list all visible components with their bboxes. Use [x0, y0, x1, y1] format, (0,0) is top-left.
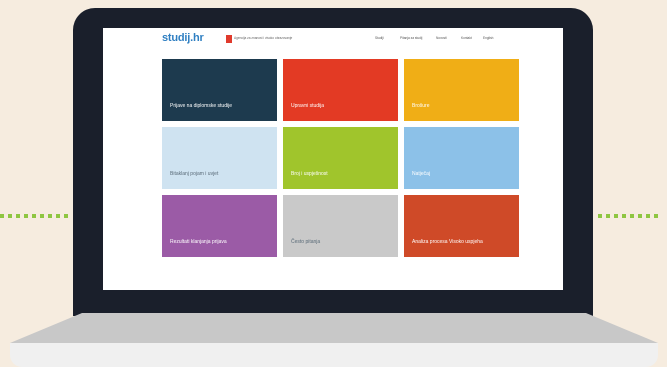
tile-pojam[interactable]: Bitaklanj pojam i uvjet [162, 127, 277, 189]
tile-natjecaj[interactable]: Natječaj [404, 127, 519, 189]
nav-link-pitanja[interactable]: Pitanja za studij [400, 36, 422, 40]
agency-name: Agencija za znanost i visoko obrazovanje [234, 36, 293, 40]
laptop-screen: studij.hr Agencija za znanost i visoko o… [103, 28, 563, 290]
tile-label: Analiza procesa Visoko uspjeha [412, 239, 483, 245]
tile-brosure[interactable]: Brošure [404, 59, 519, 121]
nav-link-novosti[interactable]: Novosti [436, 36, 447, 40]
nav-link-english[interactable]: English [483, 36, 493, 40]
tile-label: Natječaj [412, 171, 431, 177]
tile-prijave[interactable]: Prijave na diplomske studije [162, 59, 277, 121]
nav-link-kontakt[interactable]: Kontakt [461, 36, 472, 40]
tile-label: Bitaklanj pojam i uvjet [170, 171, 219, 177]
site-logo[interactable]: studij.hr [162, 32, 204, 44]
tile-label: Često pitanja [291, 239, 321, 245]
tile-label: Prijave na diplomske studije [170, 103, 232, 109]
site-header: studij.hr Agencija za znanost i visoko o… [103, 28, 563, 50]
tile-upravni[interactable]: Upravni studija [283, 59, 398, 121]
decorative-dotted-line-left [0, 205, 72, 218]
laptop-keyboard-deck [10, 313, 658, 343]
tile-label: Rezultati klanjanja prijava [170, 239, 227, 245]
tile-pitanja[interactable]: Često pitanja [283, 195, 398, 257]
nav-link-studiji[interactable]: Studiji [375, 36, 384, 40]
tile-label: Upravni studija [291, 103, 325, 109]
laptop-base-front [10, 343, 658, 367]
decorative-dotted-line-right [598, 205, 662, 218]
tile-rezultati[interactable]: Rezultati klanjanja prijava [162, 195, 277, 257]
agency-logo-mark [226, 35, 232, 43]
tile-analiza[interactable]: Analiza procesa Visoko uspjeha [404, 195, 519, 257]
tile-label: Brošure [412, 103, 430, 109]
tile-broj[interactable]: Broj i uspješnost [283, 127, 398, 189]
tile-label: Broj i uspješnost [291, 171, 328, 177]
